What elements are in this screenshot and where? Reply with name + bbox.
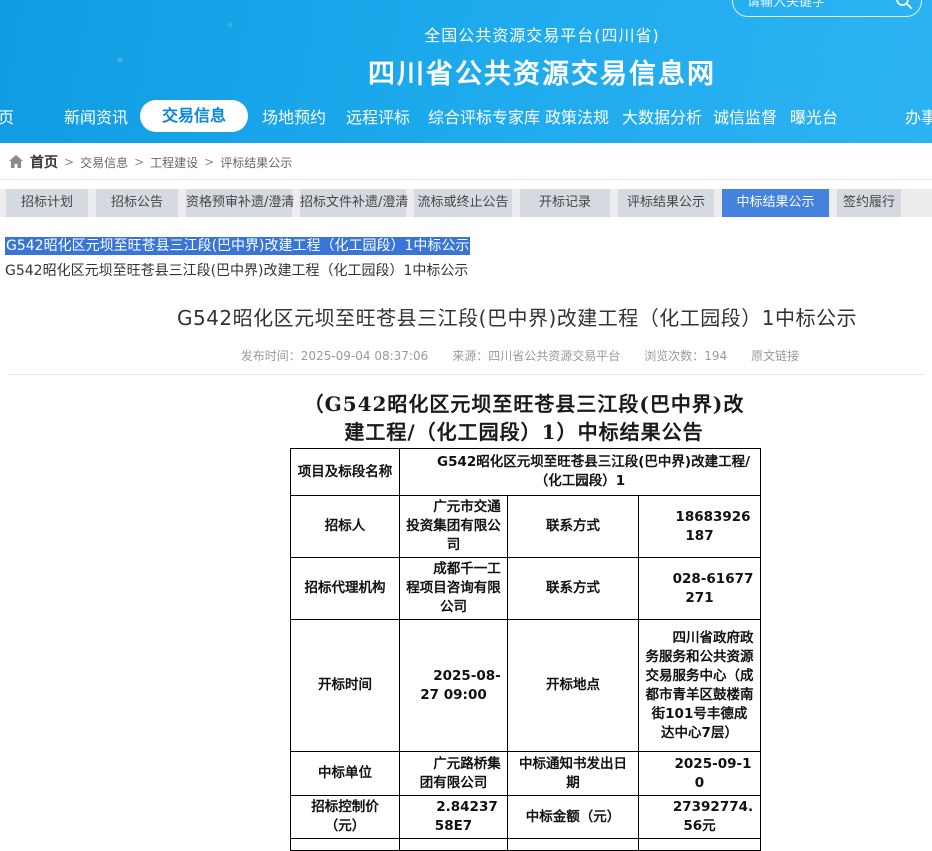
tab-4[interactable]: 流标或终止公告 <box>414 189 512 217</box>
table-row: 开标时间2025-08-27 09:00开标地点四川省政府政务服务和公共资源交易… <box>291 620 761 752</box>
meta-item-2: 浏览次数：194 <box>644 349 727 363</box>
table-cell-r1-c2: 联系方式 <box>508 496 639 558</box>
breadcrumb-separator: > <box>64 155 74 169</box>
nav-item-9[interactable]: 曝光台 <box>790 106 838 130</box>
table-cell-r4-c3: 2025-09-10 <box>639 752 761 796</box>
tab-0[interactable]: 招标计划 <box>6 189 88 217</box>
breadcrumb-separator: > <box>204 155 214 169</box>
table-row: 中标单位广元路桥集团有限公司中标通知书发出日期2025-09-10 <box>291 752 761 796</box>
category-tabs: 招标计划招标公告资格预审补遗/澄清招标文件补遗/澄清流标或终止公告开标记录评标结… <box>6 189 909 217</box>
document-heading: （G542昭化区元坝至旺苍县三江段(巴中界)改建工程/（化工园段）1）中标结果公… <box>284 390 764 446</box>
table-cell-r2-c2: 联系方式 <box>508 558 639 620</box>
tab-1[interactable]: 招标公告 <box>96 189 178 217</box>
table-cell-cutoff <box>291 839 400 851</box>
document-heading-line-0: （G542昭化区元坝至旺苍县三江段(巴中界)改 <box>284 390 764 418</box>
table-cell-r5-c3: 27392774.56元 <box>639 796 761 839</box>
breadcrumb-separator: > <box>134 155 144 169</box>
table-cell-r4-c2: 中标通知书发出日期 <box>508 752 639 796</box>
table-cell-cutoff <box>400 839 508 851</box>
table-cell-r3-c0: 开标时间 <box>291 620 400 752</box>
table-cell-r1-c3: 18683926187 <box>639 496 761 558</box>
meta-item-0: 发布时间：2025-09-04 08:37:06 <box>241 349 428 363</box>
table-cell-r0-c0: 项目及标段名称 <box>291 449 400 496</box>
nav-item-10[interactable]: 办事服务 <box>905 106 932 130</box>
table-cell-r4-c1: 广元路桥集团有限公司 <box>400 752 508 796</box>
nav-item-4[interactable]: 远程评标 <box>346 106 410 130</box>
home-icon[interactable] <box>8 154 24 170</box>
table-cell-r3-c1: 2025-08-27 09:00 <box>400 620 508 752</box>
breadcrumb-item-2[interactable]: 工程建设 <box>150 154 198 171</box>
meta-item-1: 来源：四川省公共资源交易平台 <box>452 349 620 363</box>
table-cell-r3-c2: 开标地点 <box>508 620 639 752</box>
nav-item-8[interactable]: 诚信监督 <box>713 106 777 130</box>
site-titles: 全国公共资源交易平台(四川省) 四川省公共资源交易信息网 <box>142 22 932 91</box>
result-link-1[interactable]: G542昭化区元坝至旺苍县三江段(巴中界)改建工程（化工园段）1中标公示 <box>5 262 470 280</box>
nav-item-7[interactable]: 大数据分析 <box>622 106 702 130</box>
site-title-national: 全国公共资源交易平台(四川省) <box>142 22 932 46</box>
page-title: G542昭化区元坝至旺苍县三江段(巴中界)改建工程（化工园段）1中标公示 <box>102 302 932 331</box>
breadcrumb-bar: 首页 > 交易信息 > 工程建设 > 评标结果公示 <box>0 143 932 180</box>
article-meta: 发布时间：2025-09-04 08:37:06 来源：四川省公共资源交易平台 浏览… <box>105 347 932 364</box>
table-row: 招标代理机构成都千一工程项目咨询有限公司联系方式028-61677271 <box>291 558 761 620</box>
tab-6[interactable]: 评标结果公示 <box>618 189 714 217</box>
result-table: 项目及标段名称G542昭化区元坝至旺苍县三江段(巴中界)改建工程/（化工园段）1… <box>290 448 761 851</box>
table-cell-r1-c0: 招标人 <box>291 496 400 558</box>
nav-item-3[interactable]: 场地预约 <box>262 106 326 130</box>
table-row-cutoff <box>291 839 761 851</box>
table-row: 招标控制价（元）2.8423758E7中标金额（元）27392774.56元 <box>291 796 761 839</box>
table-cell-r0-c1: G542昭化区元坝至旺苍县三江段(巴中界)改建工程/（化工园段）1 <box>400 449 761 496</box>
site-header: 全国公共资源交易平台(四川省) 四川省公共资源交易信息网 首页 新闻资讯交易信息场… <box>0 0 932 143</box>
nav-item-5[interactable]: 综合评标专家库 <box>428 106 540 130</box>
table-cell-r3-c3: 四川省政府政务服务和公共资源交易服务中心（成都市青羊区鼓楼南街101号丰德成达中… <box>639 620 761 752</box>
meta-item-3[interactable]: 原文链接 <box>751 349 799 363</box>
site-title-sichuan: 四川省公共资源交易信息网 <box>142 52 932 91</box>
nav-item-1[interactable]: 新闻资讯 <box>64 106 128 130</box>
tab-5[interactable]: 开标记录 <box>520 189 610 217</box>
result-links: G542昭化区元坝至旺苍县三江段(巴中界)改建工程（化工园段）1中标公示 G542… <box>5 235 470 287</box>
category-tabs-strip: 招标计划招标公告资格预审补遗/澄清招标文件补遗/澄清流标或终止公告开标记录评标结… <box>0 189 932 217</box>
tab-8[interactable]: 签约履行 <box>837 189 901 217</box>
result-link-0[interactable]: G542昭化区元坝至旺苍县三江段(巴中界)改建工程（化工园段）1中标公示 <box>5 237 470 255</box>
result-table-body: 项目及标段名称G542昭化区元坝至旺苍县三江段(巴中界)改建工程/（化工园段）1… <box>291 449 761 851</box>
table-cell-cutoff <box>508 839 639 851</box>
breadcrumb-item-1[interactable]: 交易信息 <box>80 154 128 171</box>
table-cell-r2-c0: 招标代理机构 <box>291 558 400 620</box>
table-cell-r1-c1: 广元市交通投资集团有限公司 <box>400 496 508 558</box>
tab-2[interactable]: 资格预审补遗/澄清 <box>186 189 292 217</box>
breadcrumb-item-3[interactable]: 评标结果公示 <box>220 154 292 171</box>
table-cell-r5-c0: 招标控制价（元） <box>291 796 400 839</box>
table-row: 项目及标段名称G542昭化区元坝至旺苍县三江段(巴中界)改建工程/（化工园段）1 <box>291 449 761 496</box>
divider <box>8 374 924 375</box>
table-row: 招标人广元市交通投资集团有限公司联系方式18683926187 <box>291 496 761 558</box>
nav-item-0[interactable]: 首页 <box>0 106 14 130</box>
document-heading-line-1: 建工程/（化工园段）1）中标结果公告 <box>284 418 764 446</box>
nav-item-6[interactable]: 政策法规 <box>545 106 609 130</box>
table-cell-r5-c1: 2.8423758E7 <box>400 796 508 839</box>
search-input[interactable] <box>747 0 887 14</box>
nav-item-2[interactable]: 交易信息 <box>140 100 248 132</box>
tab-7[interactable]: 中标结果公示 <box>722 189 829 217</box>
search-box[interactable] <box>732 0 922 17</box>
tab-3[interactable]: 招标文件补遗/澄清 <box>300 189 406 217</box>
search-icon[interactable] <box>895 0 913 10</box>
breadcrumb: 首页 > 交易信息 > 工程建设 > 评标结果公示 <box>8 152 292 172</box>
table-cell-r5-c2: 中标金额（元） <box>508 796 639 839</box>
table-cell-r2-c3: 028-61677271 <box>639 558 761 620</box>
breadcrumb-item-0[interactable]: 首页 <box>30 152 58 172</box>
table-cell-r4-c0: 中标单位 <box>291 752 400 796</box>
table-cell-r2-c1: 成都千一工程项目咨询有限公司 <box>400 558 508 620</box>
main-nav: 首页 新闻资讯交易信息场地预约远程评标综合评标专家库政策法规大数据分析诚信监督曝光… <box>0 99 932 137</box>
table-cell-cutoff <box>639 839 761 851</box>
